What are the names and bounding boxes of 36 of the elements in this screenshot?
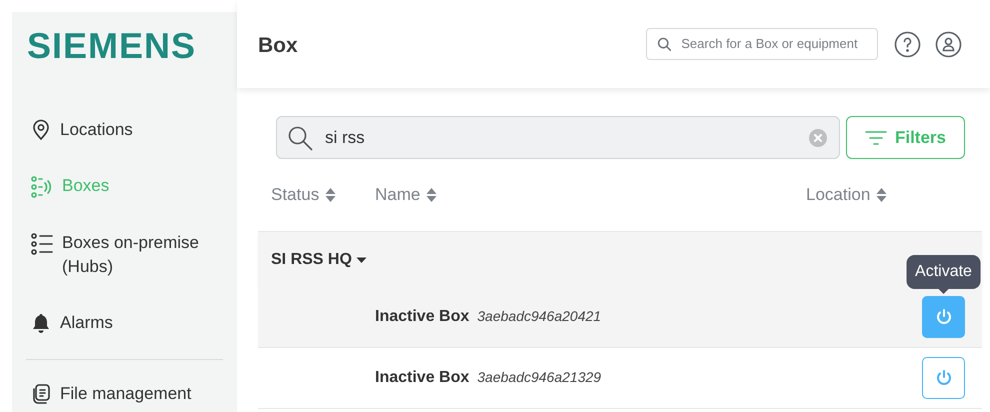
nav-item[interactable]: Locations: [60, 118, 133, 142]
group-toggle[interactable]: SI RSS HQ: [271, 248, 367, 272]
filter-icon: [864, 130, 887, 146]
list-icon: [30, 232, 54, 256]
search-box[interactable]: Search for a Box or equipment: [646, 28, 878, 60]
power-icon: [934, 369, 952, 387]
caret-icon: [356, 256, 367, 264]
nav-item[interactable]: Alarms: [60, 311, 113, 335]
location-pin-icon: [30, 119, 52, 141]
boxes-signal-icon: [30, 175, 54, 199]
sort-icon[interactable]: [876, 187, 888, 203]
documents-icon: [30, 383, 52, 405]
sort-icon[interactable]: [426, 187, 438, 203]
search-icon: [657, 36, 672, 52]
sort-icon[interactable]: [325, 187, 336, 203]
user-icon: [935, 30, 962, 58]
search-input[interactable]: si rss: [323, 124, 799, 152]
nav-item[interactable]: Boxes on-premise (Hubs): [62, 231, 219, 279]
box-id: 3aebadc946a20421: [477, 308, 602, 324]
power-button[interactable]: [922, 357, 965, 399]
box-name: Inactive Box: [375, 308, 470, 325]
search-field[interactable]: Search for a Box or equipment: [679, 33, 867, 55]
column-header[interactable]: Status: [271, 182, 336, 208]
column-header[interactable]: Name: [375, 182, 438, 208]
page-title: Box: [258, 32, 298, 59]
power-icon: [934, 308, 952, 326]
column-header[interactable]: Location: [806, 182, 888, 208]
bell-icon: [30, 312, 52, 334]
search-box[interactable]: si rss: [276, 116, 840, 159]
logo-wordmark: SIEMENS: [26, 28, 198, 64]
help-icon: [894, 30, 921, 58]
box-name: Inactive Box: [375, 369, 470, 386]
box-id: 3aebadc946a21329: [477, 369, 602, 385]
nav-item[interactable]: File management: [60, 382, 192, 406]
search-icon: [287, 124, 313, 150]
tooltip: Activate: [906, 255, 981, 294]
